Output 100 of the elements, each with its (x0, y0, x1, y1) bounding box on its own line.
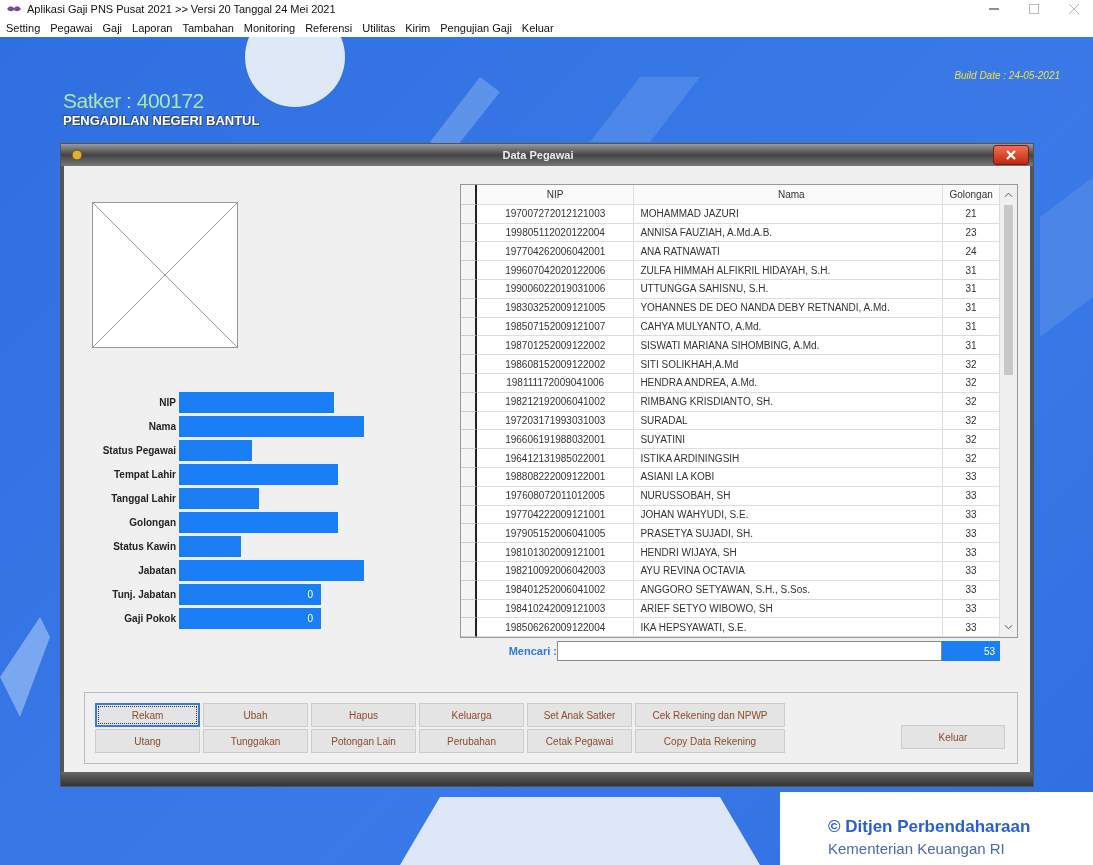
menu-item[interactable]: Kirim (405, 21, 431, 34)
table-cell: 196606191988032001 (477, 430, 635, 450)
table-cell: 198701252009122002 (477, 336, 635, 356)
close-icon[interactable] (1069, 4, 1079, 14)
table-cell: 198608152009122002 (477, 355, 635, 374)
table-cell: 197905152006041005 (477, 524, 635, 544)
table-cell: 197704262006042001 (477, 242, 635, 262)
close-button[interactable] (993, 144, 1029, 165)
action-button[interactable]: Keluarga (419, 703, 524, 728)
emblem-icon (71, 148, 83, 161)
table-cell: SURADAL (634, 411, 944, 431)
table-cell: 198210092006042003 (477, 561, 635, 581)
menu-item[interactable]: Laporan (132, 21, 173, 34)
action-button[interactable]: Ubah (203, 703, 308, 728)
field-label: Jabatan (137, 564, 176, 576)
table-cell: 198506262009122004 (477, 618, 635, 638)
maximize-icon[interactable] (1029, 4, 1039, 14)
table-cell: JOHAN WAHYUDI, S.E. (634, 505, 944, 525)
exit-button[interactable]: Keluar (901, 725, 1005, 750)
menu-item[interactable]: Keluar (521, 21, 554, 34)
field-label: Tunj. Jabatan (111, 588, 176, 600)
scrollbar[interactable] (1000, 184, 1017, 638)
action-button[interactable]: Copy Data Rekening (635, 729, 785, 754)
table-cell: YOHANNES DE DEO NANDA DEBY RETNANDI, A.Md. (634, 298, 944, 318)
field-label: Gaji Pokok (123, 612, 176, 624)
column-header[interactable]: Nama (634, 184, 944, 205)
input-field[interactable] (179, 391, 334, 413)
menu-item[interactable]: Pengujian Gaji (440, 21, 512, 34)
table-cell: SUYATINI (634, 430, 944, 450)
action-button[interactable]: Perubahan (419, 729, 524, 754)
action-button[interactable]: Tunggakan (203, 729, 308, 754)
table-cell: 197608072011012005 (477, 486, 635, 506)
table-cell: ZULFA HIMMAH ALFIKRIL HIDAYAH, S.H. (634, 261, 944, 280)
action-button[interactable]: Potongan Lain (311, 729, 416, 754)
scroll-up-icon[interactable] (1004, 191, 1013, 198)
input-field[interactable] (179, 415, 364, 437)
window-title: Aplikasi Gaji PNS Pusat 2021 >> Versi 20 Tanggal 24 Mei 2021 (27, 3, 337, 15)
input-field[interactable]: 0 (179, 583, 321, 605)
close-icon (1006, 149, 1016, 160)
table-cell: ANGGORO SETYAWAN, S.H., S.Sos. (634, 580, 944, 600)
copyright-text: © Ditjen Perbendaharaan (828, 817, 1031, 837)
table-cell: AYU REVINA OCTAVIA (634, 561, 944, 581)
table-cell: 197203171993031003 (477, 411, 635, 431)
table-cell: ASIANI LA KOBI (634, 467, 944, 487)
table-cell: ISTIKA ARDININGSIH (634, 449, 944, 468)
table-cell: SITI SOLIKHAH,A.Md (634, 355, 944, 374)
table-cell: SISWATI MARIANA SIHOMBING, A.Md. (634, 336, 944, 356)
table-cell: CAHYA MULYANTO, A.Md. (634, 317, 944, 337)
table-cell: ANA RATNAWATI (634, 242, 944, 262)
table-cell: 197007272012121003 (477, 204, 635, 224)
input-field[interactable] (179, 535, 241, 557)
table-cell: 198303252009121005 (477, 298, 635, 318)
table-cell: MOHAMMAD JAZURI (634, 204, 944, 224)
menu-item[interactable]: Tambahan (182, 21, 234, 34)
table-cell: 199607042020122006 (477, 261, 635, 280)
input-field[interactable] (179, 559, 364, 581)
input-field[interactable] (179, 511, 338, 533)
satker-code: Satker : 400172 (63, 89, 205, 113)
table-cell: 198401252006041002 (477, 580, 635, 600)
menu-item[interactable]: Gaji (102, 21, 122, 34)
action-button[interactable]: Set Anak Satker (527, 703, 632, 728)
column-header[interactable]: NIP (477, 184, 635, 205)
menu-item[interactable]: Referensi (305, 21, 353, 34)
scroll-down-icon[interactable] (1004, 624, 1013, 631)
field-label: NIP (158, 396, 176, 408)
field-label: Status Kawin (112, 540, 176, 552)
table-cell: PRASETYA SUJADI, SH. (634, 524, 944, 544)
menu-item[interactable]: Monitoring (243, 21, 296, 34)
action-button[interactable]: Utang (95, 729, 200, 754)
table-cell: 198808222009122001 (477, 467, 635, 487)
dialog-title: Data Pegawai (501, 148, 575, 161)
scrollbar-thumb[interactable] (1004, 204, 1013, 375)
table-cell: 199006022019031006 (477, 280, 635, 299)
table-cell: UTTUNGGA SAHISNU, S.H. (634, 280, 944, 299)
field-label: Tanggal Lahir (110, 492, 176, 504)
field-label: Golongan (128, 516, 176, 528)
menu-item[interactable]: Utilitas (362, 21, 396, 34)
input-field[interactable] (179, 463, 338, 485)
table-cell: IKA HEPSYAWATI, S.E. (634, 618, 944, 638)
action-button[interactable]: Cetak Pegawai (527, 729, 632, 754)
search-field[interactable] (557, 641, 942, 662)
table-cell: ANNISA FAUZIAH, A.Md.A.B. (634, 223, 944, 243)
menu-item[interactable]: Pegawai (50, 21, 93, 34)
table-cell: 197704222009121001 (477, 505, 635, 525)
action-button[interactable]: Rekam (95, 703, 200, 728)
field-label: Tempat Lahir (112, 468, 176, 480)
action-button[interactable]: Cek Rekening dan NPWP (635, 703, 785, 728)
column-header[interactable]: Golongan (943, 184, 1000, 205)
input-field[interactable]: 0 (179, 607, 321, 629)
input-field[interactable] (179, 439, 252, 461)
table-cell: 198410242009121003 (477, 599, 635, 619)
build-date: Build Date : 24-05-2021 (954, 70, 1060, 81)
table-cell: RIMBANG KRISDIANTO, SH. (634, 392, 944, 412)
table-cell: ARIEF SETYO WIBOWO, SH (634, 599, 944, 619)
table-cell: 196412131985022001 (477, 449, 635, 468)
input-field[interactable] (179, 487, 259, 509)
table-cell: 198111172009041006 (477, 373, 635, 393)
action-button[interactable]: Hapus (311, 703, 416, 728)
menu-item[interactable]: Setting (6, 21, 41, 34)
table-cell: HENDRI WIJAYA, SH (634, 543, 944, 562)
